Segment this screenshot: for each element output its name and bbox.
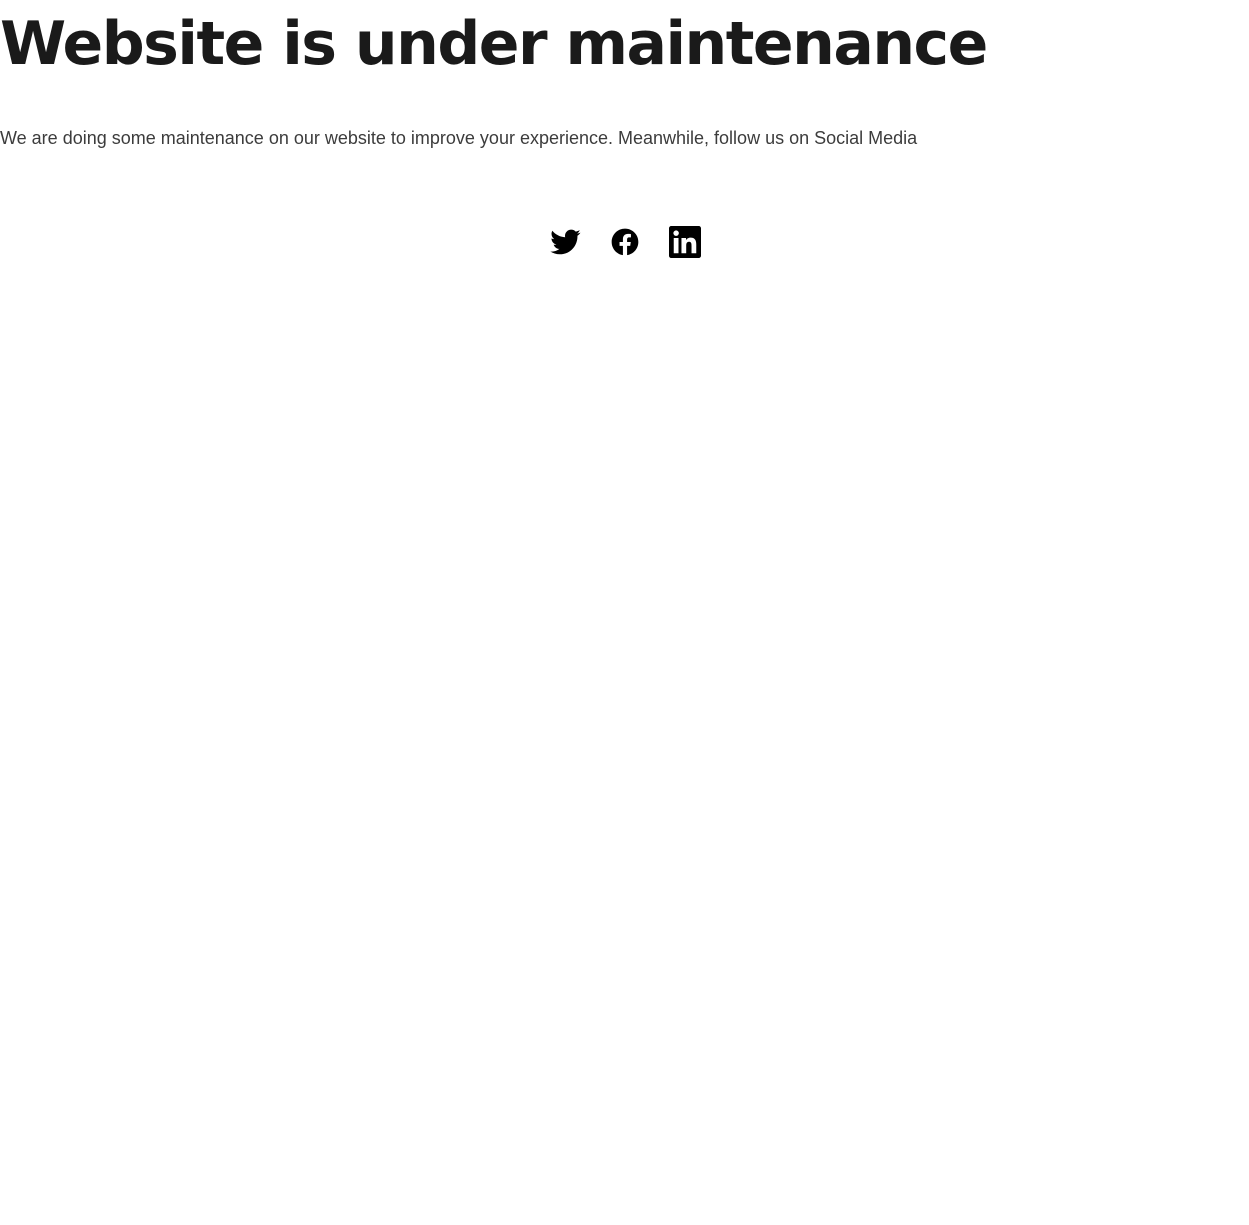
social-links bbox=[535, 212, 715, 272]
facebook-link[interactable] bbox=[595, 212, 655, 272]
page-title: Website is under maintenance bbox=[0, 9, 988, 79]
linkedin-link[interactable] bbox=[655, 212, 715, 272]
twitter-link[interactable] bbox=[535, 212, 595, 272]
maintenance-page: Website is under maintenance We are doin… bbox=[0, 0, 1249, 1225]
maintenance-message: We are doing some maintenance on our web… bbox=[0, 128, 918, 148]
linkedin-icon bbox=[669, 226, 701, 258]
twitter-icon bbox=[550, 229, 581, 255]
facebook-icon bbox=[611, 228, 639, 256]
